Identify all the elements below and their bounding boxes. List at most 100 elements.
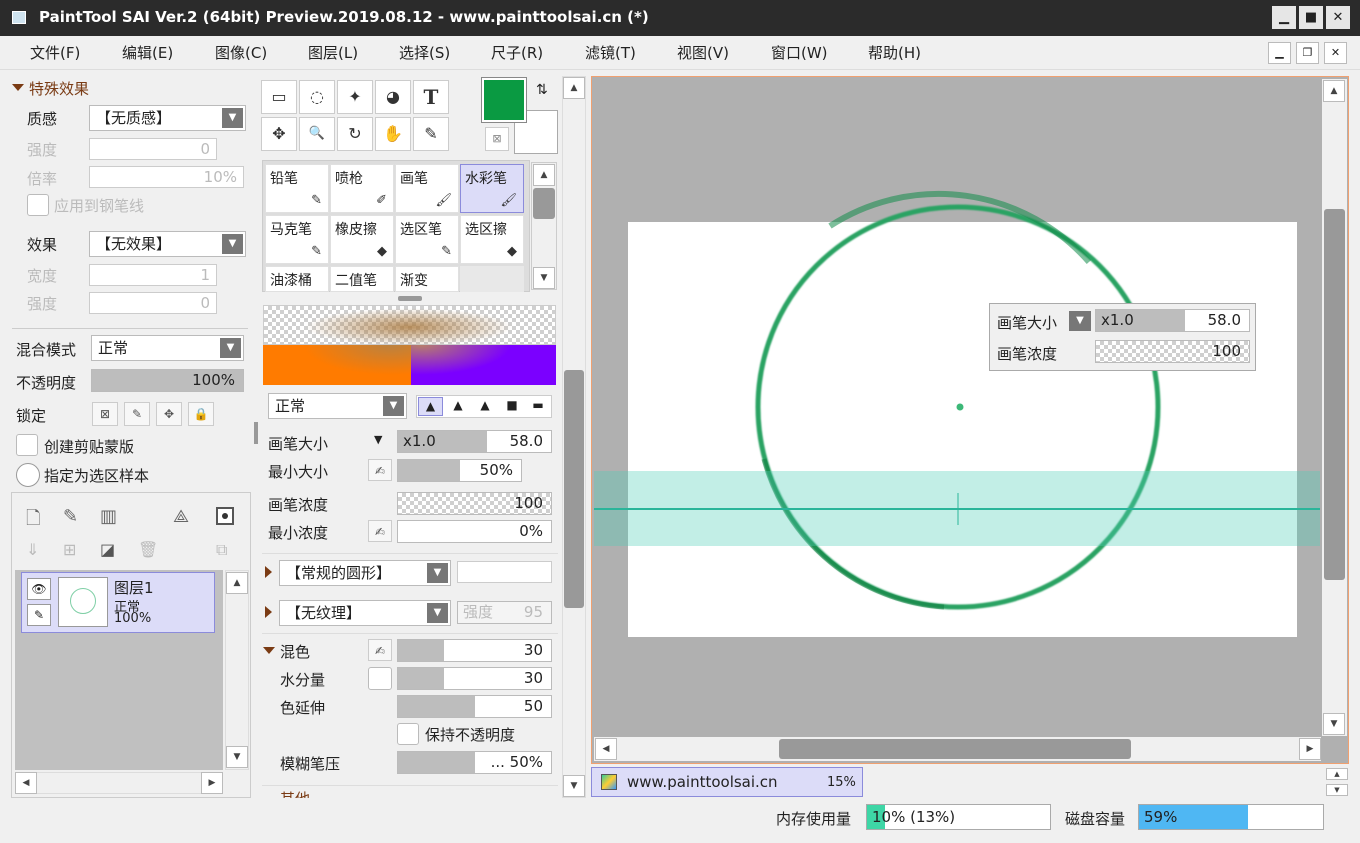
shape-param-field[interactable]: [457, 561, 552, 583]
texture-dropdown[interactable]: 【无质感】 ▼: [89, 105, 246, 131]
menu-view[interactable]: 视图(V): [677, 42, 729, 63]
selection-sample-radio[interactable]: [16, 463, 40, 487]
layer-hscrollbar[interactable]: [15, 772, 223, 794]
brush-slot[interactable]: 选区擦 ◆: [460, 215, 524, 264]
brush-size-slider[interactable]: x1.0 58.0: [397, 430, 552, 453]
opacity-slider[interactable]: 100%: [91, 369, 244, 392]
shape-tool-icon[interactable]: ◕: [375, 80, 411, 114]
scroll-up-icon[interactable]: ▲: [563, 77, 585, 99]
scroll-right-icon[interactable]: ▶: [201, 772, 223, 794]
add-icon[interactable]: ⊞: [63, 540, 76, 559]
min-size-slider[interactable]: 50%: [397, 459, 522, 482]
brush-mode-dropdown[interactable]: 正常 ▼: [268, 393, 407, 419]
eyedropper-tool-icon[interactable]: ✎: [413, 117, 449, 151]
layer-scrollbar[interactable]: [225, 570, 249, 770]
menu-help[interactable]: 帮助(H): [868, 42, 921, 63]
visibility-eye-icon[interactable]: 👁: [27, 578, 51, 600]
scroll-left-icon[interactable]: ◀: [15, 772, 37, 794]
hand-tool-icon[interactable]: ✋: [375, 117, 411, 151]
scroll-thumb[interactable]: [1324, 209, 1345, 580]
transparent-color-icon[interactable]: ⊠: [485, 127, 509, 151]
menu-edit[interactable]: 编辑(E): [122, 42, 173, 63]
swap-colors-icon[interactable]: ⇅: [536, 82, 548, 98]
brush-slot[interactable]: 二值笔: [330, 266, 394, 292]
chevron-down-icon[interactable]: ▼: [374, 433, 382, 446]
min-density-slider[interactable]: 0%: [397, 520, 552, 543]
tip-flat-icon[interactable]: ▲: [474, 397, 496, 416]
water-slider[interactable]: 30: [397, 667, 552, 690]
pressure-icon[interactable]: ✍: [368, 459, 392, 481]
layer-mask-icon[interactable]: [216, 507, 234, 525]
keep-opacity-checkbox[interactable]: [397, 723, 419, 745]
delete-layer-icon[interactable]: 🗑: [138, 540, 158, 559]
clip-mask-checkbox[interactable]: [16, 434, 38, 456]
brush-slot[interactable]: 铅笔 ✎: [265, 164, 329, 213]
layer-effect-icon[interactable]: ⟁: [173, 506, 189, 527]
texture-strength-slider[interactable]: 强度 95: [457, 601, 552, 624]
new-layer-icon[interactable]: 🗋: [26, 506, 40, 536]
clear-layer-icon[interactable]: ◪: [100, 540, 115, 559]
scroll-down-icon[interactable]: ▼: [533, 267, 555, 289]
brush-slot[interactable]: 橡皮擦 ◆: [330, 215, 394, 264]
tip-sharp-icon[interactable]: ▲: [418, 397, 443, 416]
tab-scroll-down-icon[interactable]: ▼: [1326, 784, 1348, 796]
doc-minimize-button[interactable]: ▁: [1268, 42, 1291, 64]
zoom-tool-icon[interactable]: 🔍: [299, 117, 335, 151]
popup-size-slider[interactable]: x1.0 58.0: [1095, 309, 1250, 332]
expand-arrow-icon[interactable]: [265, 606, 272, 618]
blend-slider[interactable]: 30: [397, 639, 552, 662]
text-tool-icon[interactable]: T: [413, 80, 449, 114]
new-pen-layer-icon[interactable]: ✎: [63, 506, 78, 527]
menu-ruler[interactable]: 尺子(R): [491, 42, 543, 63]
scroll-left-icon[interactable]: ◀: [595, 738, 617, 760]
scroll-up-icon[interactable]: ▲: [533, 164, 555, 186]
tab-scroll-up-icon[interactable]: ▲: [1326, 768, 1348, 780]
tip-block-icon[interactable]: ■: [501, 397, 523, 416]
rotate-tool-icon[interactable]: ↻: [337, 117, 373, 151]
rect-select-tool-icon[interactable]: ▭: [261, 80, 297, 114]
new-folder-icon[interactable]: ▥: [100, 506, 117, 527]
empty-brush-slot[interactable]: [460, 266, 524, 292]
apply-pen-checkbox[interactable]: [27, 194, 49, 216]
lock-move-icon[interactable]: ✥: [156, 402, 182, 426]
stretch-slider[interactable]: 50: [397, 695, 552, 718]
scroll-right-icon[interactable]: ▶: [1299, 738, 1321, 760]
water-pressure-checkbox[interactable]: [368, 667, 392, 690]
scroll-up-icon[interactable]: ▲: [1323, 80, 1345, 102]
scale-field[interactable]: 10%: [89, 166, 244, 188]
brush-slot[interactable]: 马克笔 ✎: [265, 215, 329, 264]
magic-wand-icon[interactable]: ✦: [337, 80, 373, 114]
brush-slot[interactable]: 选区笔 ✎: [395, 215, 459, 264]
scroll-thumb[interactable]: [564, 370, 584, 608]
brush-slot[interactable]: 油漆桶: [265, 266, 329, 292]
close-button[interactable]: ✕: [1326, 6, 1350, 29]
brush-splitter[interactable]: [398, 296, 422, 301]
doc-close-button[interactable]: ✕: [1324, 42, 1347, 64]
brush-shape-dropdown[interactable]: 【常规的圆形】 ▼: [279, 560, 451, 586]
collapse-arrow-icon[interactable]: [12, 84, 24, 91]
effect-dropdown[interactable]: 【无效果】 ▼: [89, 231, 246, 257]
minimize-button[interactable]: ▁: [1272, 6, 1296, 29]
pressure-icon[interactable]: ✍: [368, 639, 392, 661]
density-slider[interactable]: 100: [397, 492, 552, 515]
strength-field[interactable]: 0: [89, 138, 217, 160]
primary-color-swatch[interactable]: [481, 77, 527, 123]
lock-transparency-icon[interactable]: ⊠: [92, 402, 118, 426]
scroll-down-icon[interactable]: ▼: [563, 775, 585, 797]
lock-draw-icon[interactable]: ✎: [124, 402, 150, 426]
blur-pressure-slider[interactable]: ... 50%: [397, 751, 552, 774]
scroll-down-icon[interactable]: ▼: [1323, 713, 1345, 735]
width-field[interactable]: 1: [89, 264, 217, 286]
lasso-tool-icon[interactable]: ◌: [299, 80, 335, 114]
lock-all-icon[interactable]: 🔒: [188, 402, 214, 426]
popup-density-slider[interactable]: 100: [1095, 340, 1250, 363]
scroll-thumb[interactable]: [533, 188, 555, 219]
blend-mode-dropdown[interactable]: 正常 ▼: [91, 335, 244, 361]
expand-arrow-icon[interactable]: [265, 566, 272, 578]
tip-wide-icon[interactable]: ▬: [527, 397, 549, 416]
merge-down-icon[interactable]: ⇓: [26, 540, 39, 559]
brush-slot[interactable]: 画笔 🖌: [395, 164, 459, 213]
collapse-arrow-icon[interactable]: [263, 647, 275, 654]
tip-round-icon[interactable]: ▲: [447, 397, 469, 416]
brush-slot[interactable]: 水彩笔 🖌: [460, 164, 524, 213]
